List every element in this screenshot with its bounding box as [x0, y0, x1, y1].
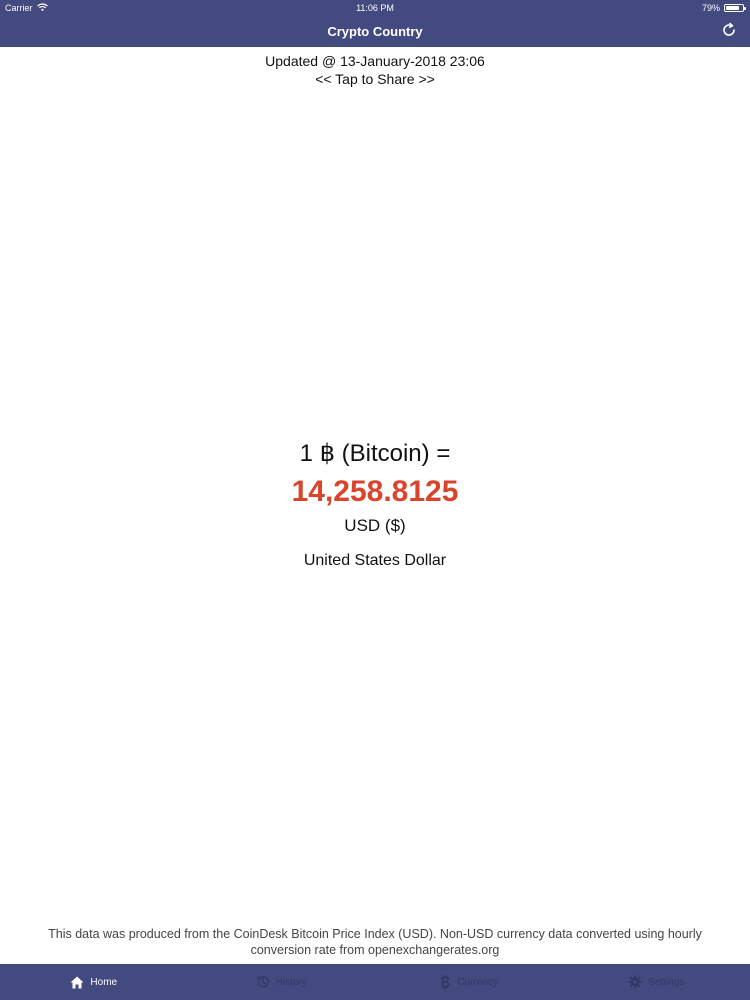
tab-history-label: History: [275, 976, 307, 988]
tab-settings-label: Settings: [648, 976, 685, 988]
status-time: 11:06 PM: [356, 3, 394, 13]
app-screen: Carrier 11:06 PM 79% Crypto Country Upda…: [0, 0, 750, 1000]
bitcoin-label: 1 ฿ (Bitcoin) =: [299, 440, 451, 467]
updated-timestamp: Updated @ 13-January-2018 23:06: [265, 53, 485, 69]
tab-home-label: Home: [90, 976, 118, 988]
gear-icon: [628, 975, 642, 989]
battery-percent: 79%: [701, 3, 720, 13]
page-title: Crypto Country: [327, 24, 423, 39]
price-value: 14,258.8125: [291, 475, 459, 508]
status-bar: Carrier 11:06 PM 79%: [0, 0, 750, 16]
bitcoin-icon: [439, 975, 451, 989]
battery-icon: [724, 4, 746, 12]
status-battery: 79%: [701, 0, 746, 16]
refresh-button[interactable]: [718, 21, 740, 43]
refresh-icon: [721, 22, 737, 43]
price-block: 1 ฿ (Bitcoin) = 14,258.8125 USD ($) Unit…: [0, 438, 750, 572]
nav-bar: Crypto Country: [0, 16, 750, 47]
tab-history[interactable]: History: [188, 964, 376, 1000]
home-icon: [70, 976, 84, 989]
tab-bar: Home History Currency Settings: [0, 964, 750, 1000]
tab-currency-label: Currency: [457, 976, 499, 988]
share-link[interactable]: << Tap to Share >>: [0, 71, 750, 87]
tab-currency[interactable]: Currency: [375, 964, 563, 1000]
header: Carrier 11:06 PM 79% Crypto Country: [0, 0, 750, 47]
attribution-text: This data was produced from the CoinDesk…: [48, 927, 702, 957]
tab-home[interactable]: Home: [0, 964, 188, 1000]
history-icon: [256, 975, 270, 989]
tab-settings[interactable]: Settings: [563, 964, 750, 1000]
battery-level: [726, 6, 739, 10]
currency-code: USD ($): [344, 516, 406, 535]
currency-name: United States Dollar: [303, 552, 447, 569]
